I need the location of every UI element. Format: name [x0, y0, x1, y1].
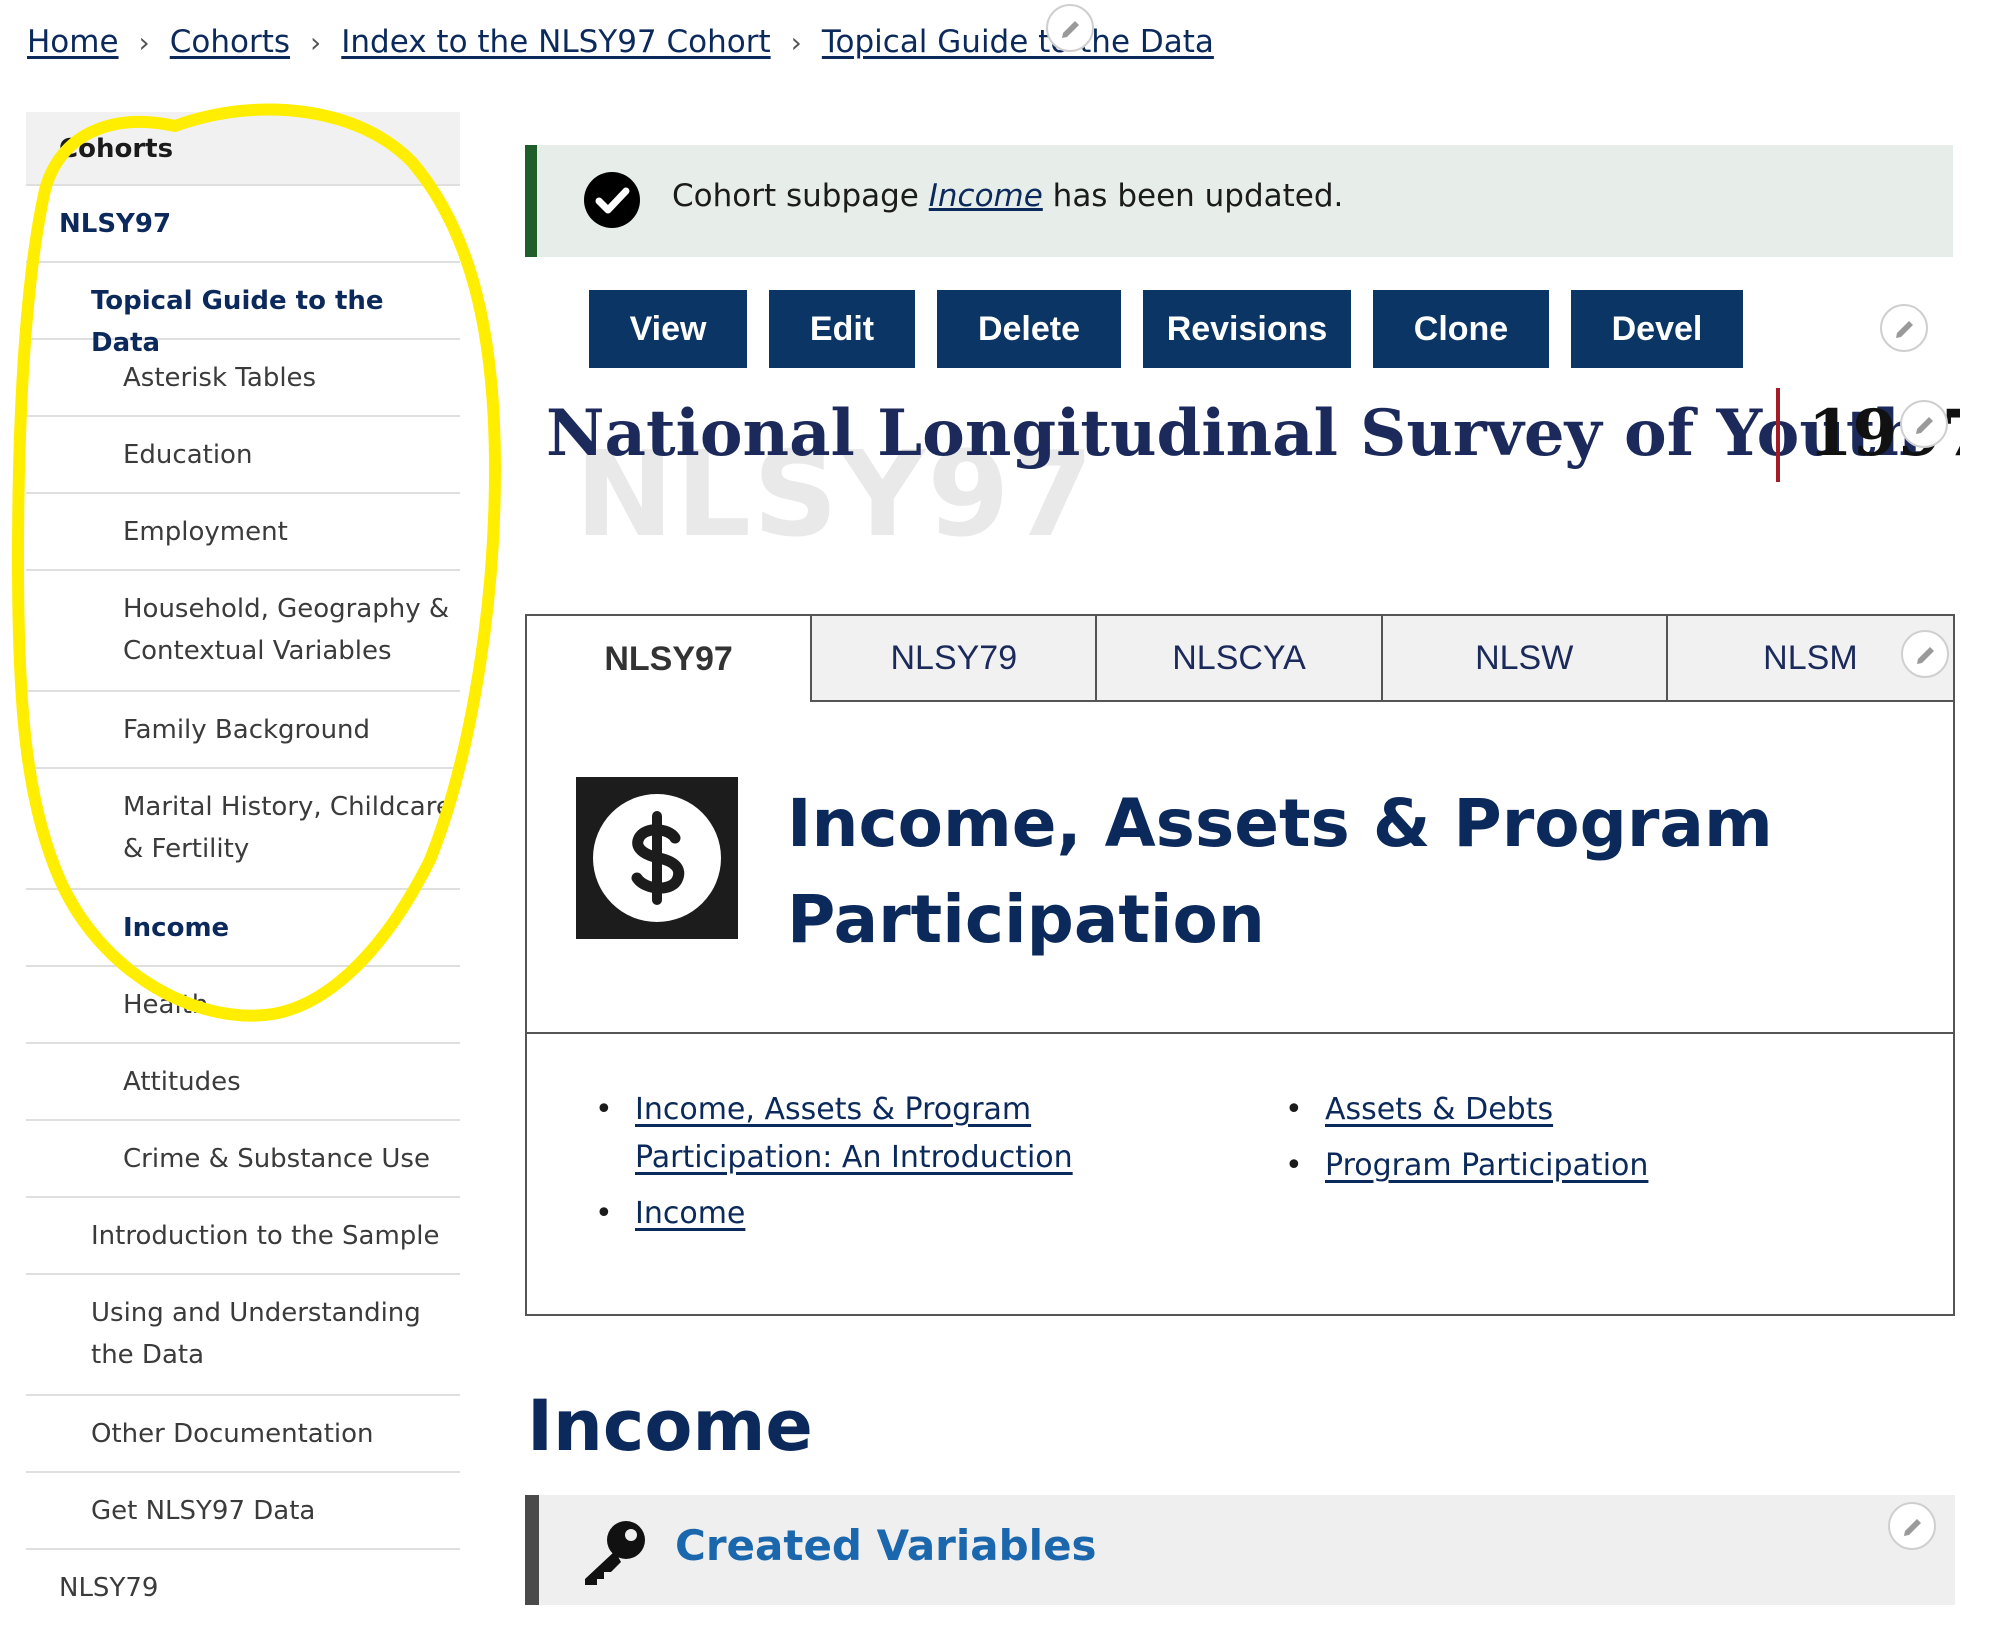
revisions-tab[interactable]: Revisions	[1143, 290, 1351, 368]
status-income-link[interactable]: Income	[929, 178, 1043, 214]
sidebar-item-household-geography[interactable]: Household, Geography & Contextual Variab…	[26, 571, 460, 692]
link-program-participation[interactable]: Program Participation	[1325, 1148, 1648, 1183]
tab-nlscya[interactable]: NLSCYA	[1097, 616, 1383, 702]
site-title: NLSY97 National Longitudinal Survey of Y…	[540, 380, 1960, 540]
sidebar-item-get-data[interactable]: Get NLSY97 Data	[26, 1473, 460, 1550]
sidebar-item-other-documentation[interactable]: Other Documentation	[26, 1396, 460, 1473]
link-introduction[interactable]: Income, Assets & Program Participation: …	[635, 1092, 1073, 1175]
delete-tab[interactable]: Delete	[937, 290, 1121, 368]
breadcrumb-home-link[interactable]: Home	[27, 24, 119, 60]
list-item: Program Participation	[1285, 1142, 1885, 1190]
sidebar-item-health[interactable]: Health	[26, 967, 460, 1044]
sidebar-item-employment[interactable]: Employment	[26, 494, 460, 571]
accordion-created-variables[interactable]: Created Variables	[525, 1495, 1955, 1605]
devel-tab[interactable]: Devel	[1571, 290, 1743, 368]
status-message: Cohort subpage Income has been updated.	[525, 145, 1953, 257]
breadcrumb-topical-guide-link[interactable]: Topical Guide to the Data	[822, 24, 1214, 60]
admin-tabs: View Edit Delete Revisions Clone Devel	[589, 290, 1765, 368]
checkmark-icon	[584, 172, 640, 228]
list-item: Income	[595, 1190, 1215, 1238]
sidebar-item-family-background[interactable]: Family Background	[26, 692, 460, 769]
topic-links-right: Assets & Debts Program Participation	[1285, 1086, 1885, 1198]
breadcrumb: Home › Cohorts › Index to the NLSY97 Coh…	[27, 24, 1214, 60]
dollar-icon	[576, 777, 738, 939]
chevron-right-icon: ›	[138, 25, 150, 59]
sidebar-nav: Cohorts NLSY97 Topical Guide to the Data…	[26, 112, 460, 1627]
sidebar-item-crime-substance-use[interactable]: Crime & Substance Use	[26, 1121, 460, 1198]
topic-title: Income, Assets & Program Participation	[787, 785, 1773, 958]
key-icon	[579, 1517, 649, 1591]
sidebar-item-income[interactable]: Income	[26, 890, 460, 967]
list-item: Assets & Debts	[1285, 1086, 1885, 1134]
section-heading: Income	[527, 1385, 813, 1467]
edit-block-pencil-icon[interactable]	[1900, 400, 1948, 448]
edit-block-pencil-icon[interactable]	[1888, 1502, 1936, 1550]
tab-nlsw[interactable]: NLSW	[1382, 616, 1668, 702]
sidebar-item-nlsy79[interactable]: NLSY79	[26, 1550, 460, 1627]
link-assets-debts[interactable]: Assets & Debts	[1325, 1092, 1553, 1127]
edit-block-pencil-icon[interactable]	[1880, 304, 1928, 352]
sidebar-item-nlsy97[interactable]: NLSY97	[26, 186, 460, 263]
edit-tab[interactable]: Edit	[769, 290, 915, 368]
panel-divider	[527, 1032, 1953, 1034]
sidebar-item-topical-guide[interactable]: Topical Guide to the Data	[26, 263, 460, 358]
title-main: National Longitudinal Survey of Youth	[546, 396, 1922, 471]
chevron-right-icon: ›	[790, 25, 802, 59]
cohort-tabs: NLSY97 NLSY79 NLSCYA NLSW NLSM	[527, 616, 1954, 702]
sidebar-item-using-understanding[interactable]: Using and Understanding the Data	[26, 1275, 460, 1396]
chevron-right-icon: ›	[310, 25, 322, 59]
title-divider	[1776, 388, 1780, 482]
sidebar-item-attitudes[interactable]: Attitudes	[26, 1044, 460, 1121]
edit-block-pencil-icon[interactable]	[1901, 630, 1949, 678]
cohort-panel: NLSY97 NLSY79 NLSCYA NLSW NLSM Income, A…	[525, 614, 1955, 1316]
topic-links-left: Income, Assets & Program Participation: …	[595, 1086, 1215, 1246]
link-income[interactable]: Income	[635, 1196, 745, 1231]
list-item: Income, Assets & Program Participation: …	[595, 1086, 1215, 1182]
status-text: Cohort subpage Income has been updated.	[672, 178, 1344, 214]
sidebar-item-marital-history[interactable]: Marital History, Childcare & Fertility	[26, 769, 460, 890]
accordion-label: Created Variables	[675, 1521, 1097, 1570]
edit-block-pencil-icon[interactable]	[1046, 4, 1094, 52]
breadcrumb-index-link[interactable]: Index to the NLSY97 Cohort	[341, 24, 770, 60]
breadcrumb-cohorts-link[interactable]: Cohorts	[170, 24, 290, 60]
tab-nlsy79[interactable]: NLSY79	[812, 616, 1098, 702]
view-tab[interactable]: View	[589, 290, 747, 368]
sidebar-item-education[interactable]: Education	[26, 417, 460, 494]
tab-nlsy97[interactable]: NLSY97	[527, 616, 813, 702]
sidebar-item-cohorts[interactable]: Cohorts	[26, 112, 460, 186]
sidebar-item-introduction-sample[interactable]: Introduction to the Sample	[26, 1198, 460, 1275]
clone-tab[interactable]: Clone	[1373, 290, 1549, 368]
